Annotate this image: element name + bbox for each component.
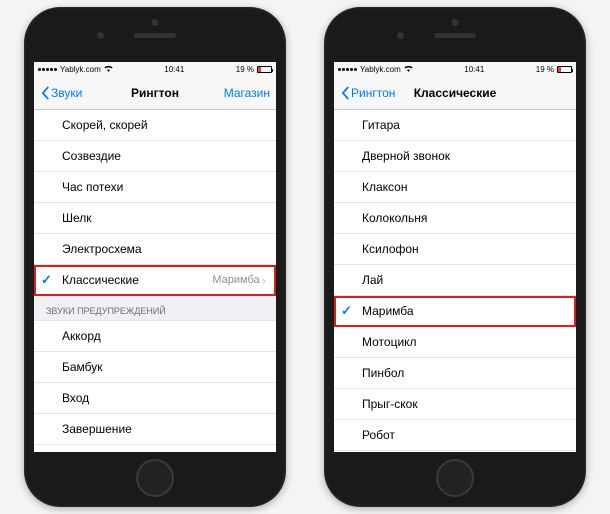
check-icon: ✓ [41, 272, 52, 288]
list-item[interactable]: Колокольня [334, 203, 576, 234]
item-label: Час потехи [62, 180, 123, 194]
camera [97, 32, 104, 39]
list-item[interactable]: Мотоцикл [334, 327, 576, 358]
list-item[interactable]: Аккорд [34, 321, 276, 352]
battery-pct: 19 % [536, 65, 554, 74]
list-item[interactable]: Дверной звонок [334, 141, 576, 172]
check-icon: ✓ [341, 303, 352, 319]
item-label: Мотоцикл [362, 335, 417, 349]
list-item[interactable]: Скорей, скорей [34, 110, 276, 141]
list-item[interactable]: Вход [34, 383, 276, 414]
list-item[interactable]: Завершение [34, 414, 276, 445]
screen-left: Yablyk.com 10:41 19 % Звуки Рингтон Мага… [34, 62, 276, 452]
item-label: Дверной звонок [362, 149, 450, 163]
item-label: Лай [362, 273, 383, 287]
item-label: Пинбол [362, 366, 404, 380]
store-button[interactable]: Магазин [224, 86, 270, 100]
list-item[interactable]: Ксилофон [334, 234, 576, 265]
alert-sound-list: Аккорд Бамбук Вход Завершение [34, 321, 276, 445]
time-label: 10:41 [164, 65, 184, 74]
ringtone-list: Скорей, скорей Созвездие Час потехи Шелк Эле… [34, 110, 276, 296]
time-label: 10:41 [464, 65, 484, 74]
home-button[interactable] [136, 459, 174, 497]
screen-right: Yablyk.com 10:41 19 % Рингтон Классическ… [334, 62, 576, 452]
back-button[interactable]: Звуки [40, 86, 82, 100]
item-label: Гитара [362, 118, 400, 132]
carrier-label: Yablyk.com [360, 65, 401, 74]
list-item[interactable]: ✓ Классические Маримба› [34, 265, 276, 296]
item-label: Шелк [62, 211, 92, 225]
list-item[interactable]: Бамбук [34, 352, 276, 383]
item-label: Аккорд [62, 329, 101, 343]
list-item[interactable]: Электросхема [34, 234, 276, 265]
wifi-icon [104, 65, 113, 74]
sensor [152, 19, 159, 26]
list-item[interactable]: Пинбол [334, 358, 576, 389]
item-label: Вход [62, 391, 89, 405]
chevron-left-icon [40, 86, 50, 100]
list-item[interactable]: Гитара [334, 110, 576, 141]
signal-dots-icon [338, 68, 357, 71]
home-button[interactable] [436, 459, 474, 497]
item-label: Созвездие [62, 149, 121, 163]
phone-right: Yablyk.com 10:41 19 % Рингтон Классическ… [324, 7, 586, 507]
speaker [134, 33, 176, 38]
back-button[interactable]: Рингтон [340, 86, 395, 100]
battery-pct: 19 % [236, 65, 254, 74]
battery-icon [257, 66, 272, 73]
sensor [452, 19, 459, 26]
chevron-right-icon: › [262, 273, 266, 288]
item-label: Электросхема [62, 242, 142, 256]
list-item[interactable]: ✓ Маримба [334, 296, 576, 327]
list-item[interactable]: Час потехи [34, 172, 276, 203]
item-label: Клаксон [362, 180, 408, 194]
item-label: Маримба [362, 304, 414, 318]
phone-left: Yablyk.com 10:41 19 % Звуки Рингтон Мага… [24, 7, 286, 507]
list-item[interactable]: Робот [334, 420, 576, 451]
item-value: Маримба [212, 274, 259, 286]
status-bar: Yablyk.com 10:41 19 % [334, 62, 576, 77]
list-item[interactable]: Созвездие [34, 141, 276, 172]
back-label: Рингтон [351, 86, 395, 100]
signal-dots-icon [38, 68, 57, 71]
list-item[interactable]: Прыг-скок [334, 389, 576, 420]
item-label: Прыг-скок [362, 397, 418, 411]
section-header: ЗВУКИ ПРЕДУПРЕЖДЕНИЙ [34, 296, 276, 321]
item-label: Классические [62, 273, 139, 287]
list-item[interactable]: Клаксон [334, 172, 576, 203]
back-label: Звуки [51, 86, 82, 100]
speaker [434, 33, 476, 38]
list-item[interactable]: Лай [334, 265, 576, 296]
item-label: Колокольня [362, 211, 427, 225]
item-label: Завершение [62, 422, 132, 436]
item-label: Бамбук [62, 360, 103, 374]
camera [397, 32, 404, 39]
item-label: Ксилофон [362, 242, 419, 256]
battery-icon [557, 66, 572, 73]
nav-bar: Рингтон Классические [334, 77, 576, 110]
chevron-left-icon [340, 86, 350, 100]
carrier-label: Yablyk.com [60, 65, 101, 74]
list-item[interactable]: Шелк [34, 203, 276, 234]
wifi-icon [404, 65, 413, 74]
item-label: Скорей, скорей [62, 118, 148, 132]
item-label: Робот [362, 428, 395, 442]
status-bar: Yablyk.com 10:41 19 % [34, 62, 276, 77]
classic-list: Гитара Дверной звонок Клаксон Колокольня Кси… [334, 110, 576, 452]
nav-bar: Звуки Рингтон Магазин [34, 77, 276, 110]
list-item[interactable]: Сверчок [334, 451, 576, 452]
